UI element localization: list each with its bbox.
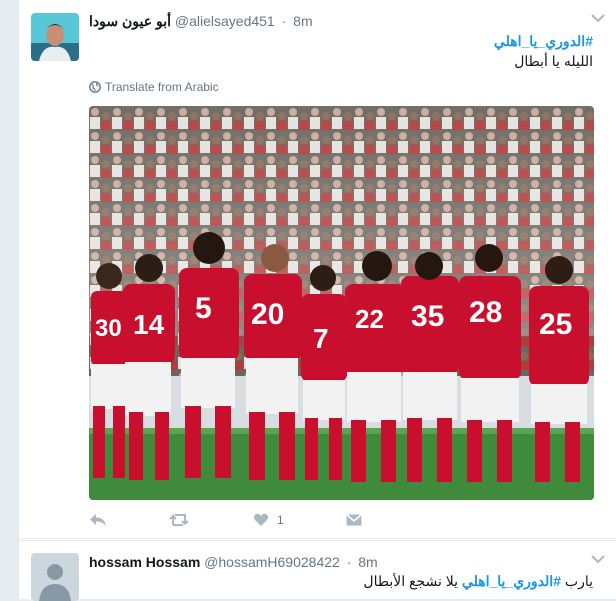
- retweet-button[interactable]: [169, 513, 191, 527]
- svg-text:35: 35: [411, 300, 444, 333]
- chevron-down-icon[interactable]: [591, 554, 605, 564]
- text-prefix: يارب: [564, 573, 593, 589]
- like-count: 1: [277, 513, 284, 527]
- tweet[interactable]: أبو عيون سودا @alielsayed451 · 8m #الدور…: [19, 0, 616, 539]
- svg-text:5: 5: [195, 292, 212, 325]
- direct-message-button[interactable]: [345, 513, 362, 527]
- fullname[interactable]: أبو عيون سودا: [89, 13, 171, 29]
- globe-icon: [89, 81, 101, 93]
- tweet-header: hossam Hossam @hossamH69028422 · 8m: [89, 554, 378, 570]
- tweet-header: أبو عيون سودا @alielsayed451 · 8m: [89, 13, 313, 30]
- like-button[interactable]: 1: [253, 513, 284, 527]
- svg-text:20: 20: [251, 298, 284, 331]
- svg-text:28: 28: [469, 296, 502, 329]
- screen-name[interactable]: @alielsayed451: [175, 13, 275, 29]
- timestamp[interactable]: 8m: [293, 13, 312, 29]
- reply-icon: [90, 514, 106, 526]
- chevron-down-icon[interactable]: [591, 13, 605, 23]
- svg-text:14: 14: [133, 309, 165, 340]
- separator-dot: ·: [346, 554, 352, 570]
- heart-icon: [253, 513, 269, 526]
- tweet-text: الليله يا أبطال: [514, 53, 593, 69]
- svg-text:25: 25: [539, 308, 572, 341]
- team-photo: 30 14 5 20 7 22 35 28 25: [89, 106, 594, 500]
- separator-dot: ·: [281, 13, 287, 29]
- tweet-photo[interactable]: 30 14 5 20 7 22 35 28 25: [89, 106, 594, 500]
- tweet-actions: 1: [89, 510, 424, 530]
- reply-button[interactable]: [89, 513, 107, 527]
- svg-text:22: 22: [355, 304, 384, 334]
- fullname[interactable]: hossam Hossam: [89, 554, 200, 570]
- svg-text:30: 30: [95, 315, 122, 342]
- translate-label: Translate from Arabic: [105, 80, 219, 94]
- tweet-text: يارب #الدوري_يا_اهلي يلا نشجع الأبطال: [363, 572, 593, 591]
- hashtag-link[interactable]: #الدوري_يا_اهلي: [494, 33, 593, 49]
- hashtag-link[interactable]: #الدوري_يا_اهلي: [462, 573, 561, 589]
- avatar-photo: [31, 13, 79, 61]
- text-suffix: يلا نشجع الأبطال: [363, 573, 459, 589]
- envelope-icon: [345, 513, 362, 526]
- avatar[interactable]: [31, 553, 79, 601]
- timestamp[interactable]: 8m: [358, 554, 377, 570]
- default-avatar-icon: [31, 553, 79, 601]
- tweet-hashtag-line: #الدوري_يا_اهلي: [494, 32, 593, 51]
- translate-link[interactable]: Translate from Arabic: [89, 80, 219, 94]
- svg-text:7: 7: [313, 323, 329, 354]
- screen-name[interactable]: @hossamH69028422: [204, 554, 340, 570]
- timeline: أبو عيون سودا @alielsayed451 · 8m #الدور…: [18, 0, 616, 601]
- avatar[interactable]: [31, 13, 79, 61]
- retweet-icon: [169, 513, 189, 526]
- tweet[interactable]: hossam Hossam @hossamH69028422 · 8m يارب…: [19, 540, 616, 601]
